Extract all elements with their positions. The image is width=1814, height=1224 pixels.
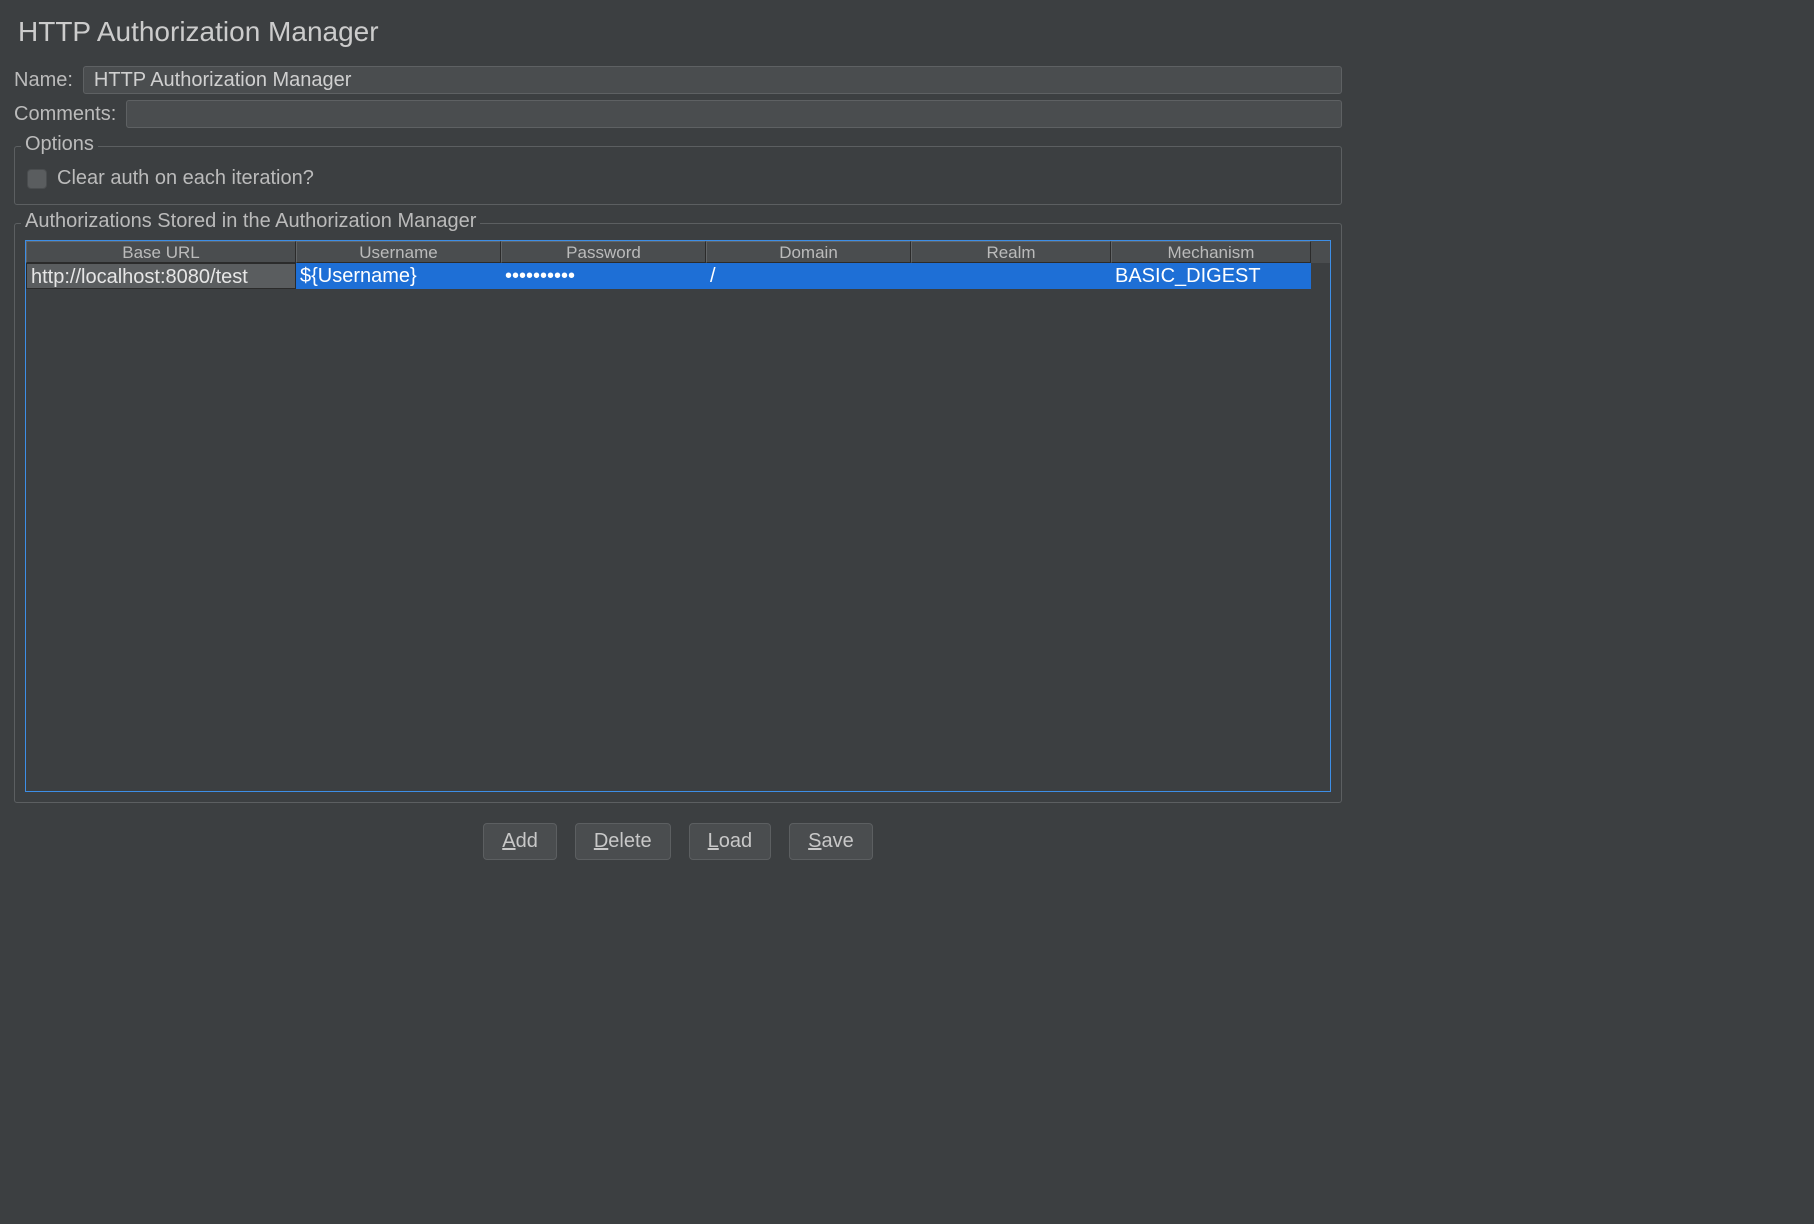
action-buttons: Add Delete Load Save <box>14 823 1342 860</box>
options-legend: Options <box>21 133 98 156</box>
name-label: Name: <box>14 69 73 92</box>
col-username[interactable]: Username <box>296 241 501 263</box>
comments-label: Comments: <box>14 103 116 126</box>
save-button[interactable]: Save <box>789 823 873 860</box>
clear-auth-label: Clear auth on each iteration? <box>57 167 314 190</box>
table-row[interactable]: http://localhost:8080/test ${Username} •… <box>26 263 1330 289</box>
cell-domain[interactable]: / <box>706 263 911 289</box>
col-domain[interactable]: Domain <box>706 241 911 263</box>
cell-realm[interactable] <box>911 263 1111 289</box>
col-password[interactable]: Password <box>501 241 706 263</box>
cell-username[interactable]: ${Username} <box>296 263 501 289</box>
col-realm[interactable]: Realm <box>911 241 1111 263</box>
load-button[interactable]: Load <box>689 823 772 860</box>
options-group: Options Clear auth on each iteration? <box>14 146 1342 205</box>
cell-base-url[interactable]: http://localhost:8080/test <box>26 263 296 289</box>
authorizations-table[interactable]: Base URL Username Password Domain Realm … <box>25 240 1331 792</box>
authorizations-group: Authorizations Stored in the Authorizati… <box>14 223 1342 803</box>
delete-button[interactable]: Delete <box>575 823 671 860</box>
table-header: Base URL Username Password Domain Realm … <box>26 241 1330 263</box>
page-title: HTTP Authorization Manager <box>14 6 1342 66</box>
cell-mechanism[interactable]: BASIC_DIGEST <box>1111 263 1311 289</box>
col-mechanism[interactable]: Mechanism <box>1111 241 1311 263</box>
authorizations-legend: Authorizations Stored in the Authorizati… <box>21 210 480 233</box>
add-button[interactable]: Add <box>483 823 557 860</box>
col-base-url[interactable]: Base URL <box>26 241 296 263</box>
name-row: Name: <box>14 66 1342 94</box>
comments-row: Comments: <box>14 100 1342 128</box>
cell-password[interactable]: •••••••••• <box>501 263 706 289</box>
name-input[interactable] <box>83 66 1342 94</box>
comments-input[interactable] <box>126 100 1342 128</box>
clear-auth-checkbox[interactable] <box>27 169 47 189</box>
